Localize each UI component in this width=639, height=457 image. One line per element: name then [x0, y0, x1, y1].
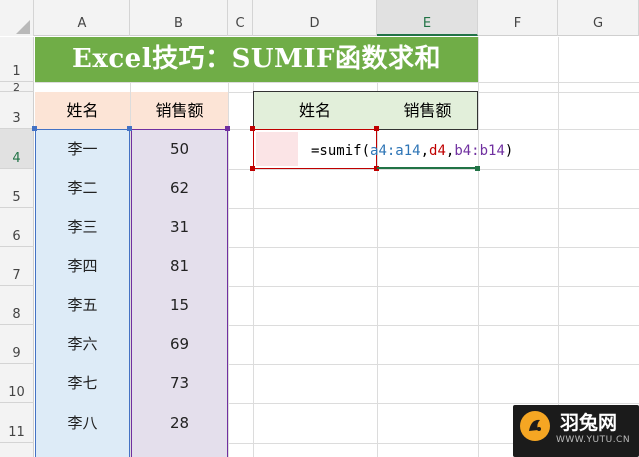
range-handle[interactable]	[250, 126, 255, 131]
sales-cell[interactable]: 81	[131, 247, 228, 286]
formula-separator: ,	[420, 143, 430, 159]
row-header-8[interactable]: 8	[0, 286, 34, 325]
row-header-1[interactable]: 1	[0, 37, 34, 82]
gridline	[228, 82, 229, 457]
row-number: 1	[12, 64, 21, 79]
row-header-9[interactable]: 9	[0, 325, 34, 364]
row-header-10[interactable]: 10	[0, 364, 34, 403]
formula-arg2: d4	[429, 143, 446, 159]
row-number: 7	[12, 268, 21, 283]
sales-cell[interactable]: 31	[131, 208, 228, 247]
page-title: Excel技巧：SUMIF函数求和	[35, 37, 478, 82]
row-number: 6	[12, 229, 21, 244]
gridline	[35, 82, 639, 83]
name-cell[interactable]: 李五	[35, 286, 130, 325]
name-cell[interactable]: 李六	[35, 325, 130, 364]
sales-cell[interactable]: 28	[131, 403, 228, 443]
header-name-cell[interactable]: 姓名	[35, 92, 130, 129]
criteria-name-header[interactable]: 姓名	[253, 92, 377, 129]
name-cell[interactable]: 李八	[35, 403, 130, 443]
fill-handle[interactable]	[475, 166, 480, 171]
row-number: 8	[12, 307, 21, 322]
row-number: 3	[12, 111, 21, 126]
row-header-7[interactable]: 7	[0, 247, 34, 286]
formula-prefix: =sumif(	[311, 143, 371, 159]
watermark-url: WWW.YUTU.CN	[556, 435, 631, 445]
row-header-3[interactable]: 3	[0, 92, 34, 129]
formula-arg3: b4:b14	[454, 143, 505, 159]
header-sales-cell[interactable]: 销售额	[131, 92, 228, 129]
sales-cell[interactable]: 62	[131, 169, 228, 208]
sales-cell[interactable]: 50	[131, 129, 228, 169]
row-number: 10	[8, 385, 25, 400]
formula-text[interactable]: =sumif(a4:a14,d4,b4:b14)	[311, 141, 513, 161]
row-number: 4	[12, 151, 21, 166]
criteria-cell-fill	[256, 132, 298, 166]
column-header-g[interactable]: G	[558, 0, 639, 36]
row-number: 9	[12, 346, 21, 361]
column-header-f[interactable]: F	[478, 0, 558, 36]
rabbit-logo-icon	[520, 411, 550, 441]
column-header-d[interactable]: D	[253, 0, 377, 36]
row-header-6[interactable]: 6	[0, 208, 34, 247]
range-handle[interactable]	[250, 166, 255, 171]
row-number: 5	[12, 190, 21, 205]
name-cell[interactable]: 李一	[35, 129, 130, 169]
row-header-11[interactable]: 11	[0, 403, 34, 443]
criteria-sales-header[interactable]: 销售额	[377, 92, 478, 129]
select-all-triangle-icon	[16, 20, 30, 34]
sales-cell[interactable]: 69	[131, 325, 228, 364]
watermark-brand: 羽兔网	[560, 412, 618, 434]
formula-arg1: a4:a14	[370, 143, 421, 159]
name-cell[interactable]: 李三	[35, 208, 130, 247]
row-header-5[interactable]: 5	[0, 169, 34, 208]
sales-cell[interactable]: 73	[131, 364, 228, 403]
name-cell[interactable]: 李七	[35, 364, 130, 403]
sales-cell[interactable]: 15	[131, 286, 228, 325]
formula-suffix: )	[504, 143, 514, 159]
column-header-e[interactable]: E	[377, 0, 478, 36]
row-number: 11	[8, 425, 25, 440]
column-header-a[interactable]: A	[35, 0, 130, 36]
name-cell[interactable]: 李四	[35, 247, 130, 286]
column-header-c[interactable]: C	[228, 0, 253, 36]
column-header-b[interactable]: B	[130, 0, 228, 36]
row-header-12[interactable]	[0, 443, 34, 457]
row-header-2[interactable]: 2	[0, 81, 34, 94]
row-header-4[interactable]: 4	[0, 129, 34, 169]
name-cell[interactable]: 李二	[35, 169, 130, 208]
